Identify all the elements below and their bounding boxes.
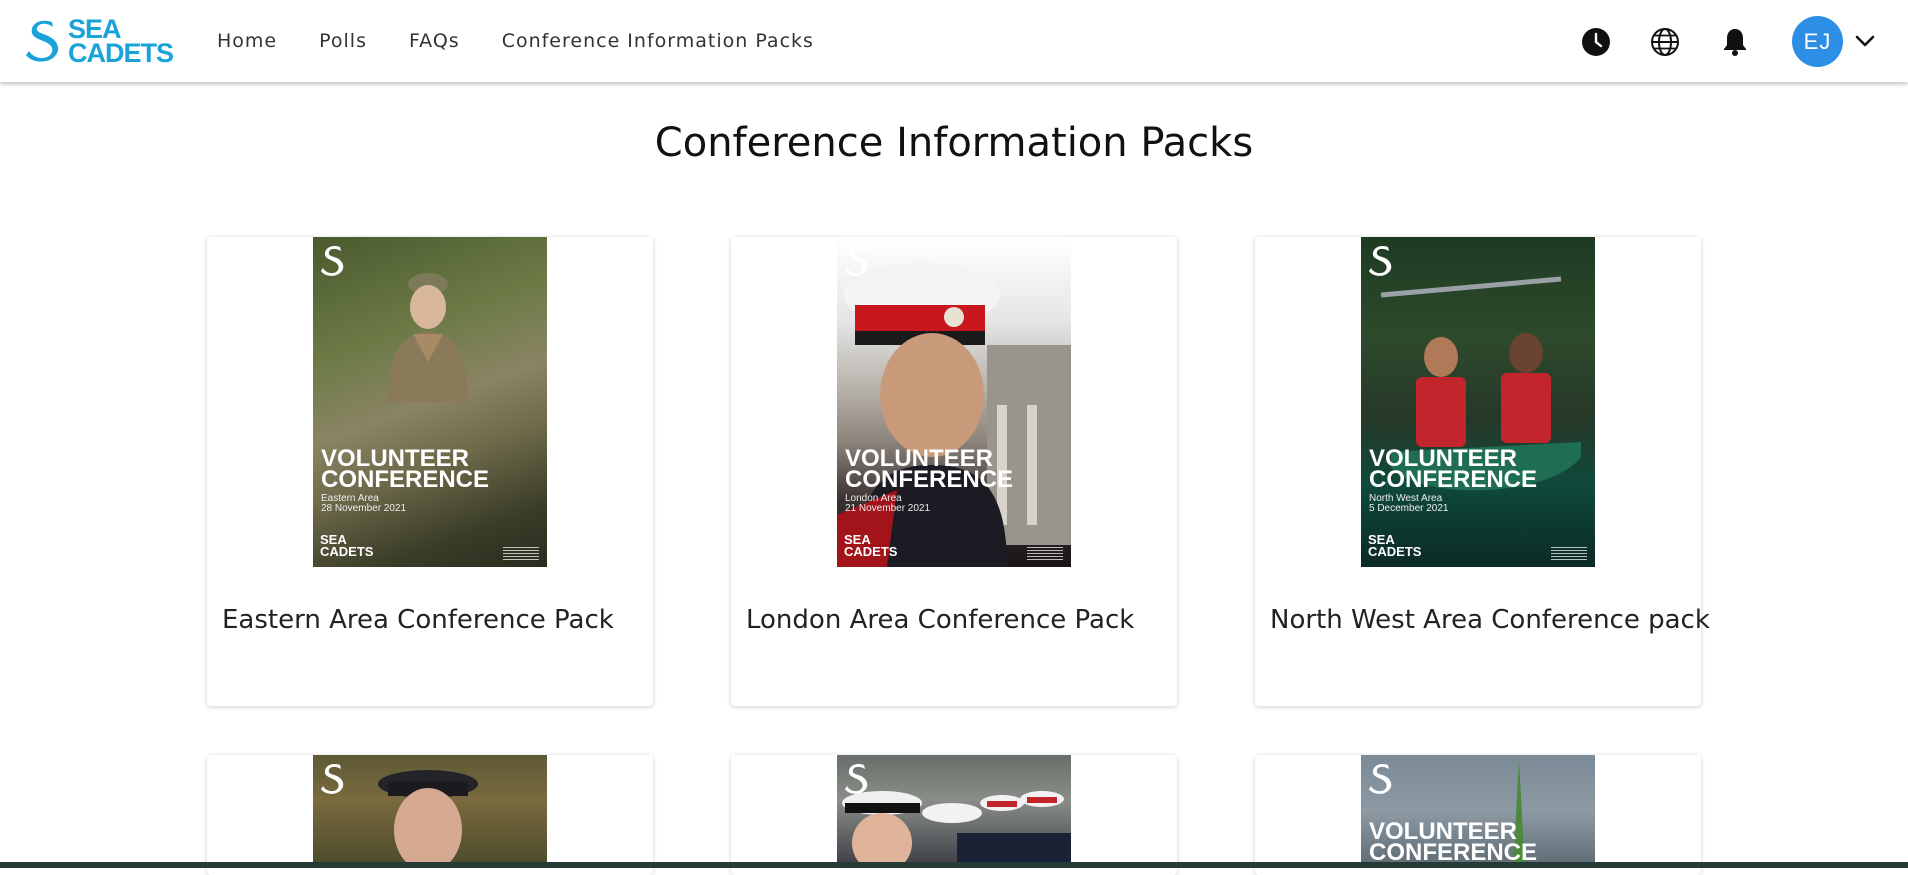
conference-pack-card[interactable]: VOLUNTEER CONFERENCE North West Area 5 D… bbox=[1255, 237, 1710, 706]
cover-date: 28 November 2021 bbox=[321, 503, 407, 514]
clock-icon bbox=[1582, 28, 1610, 56]
conference-pack-cover[interactable]: VOLUNTEER CONFERENCE London Area 21 Nove… bbox=[837, 237, 1071, 567]
globe-icon bbox=[1651, 28, 1679, 56]
sea-cadets-logo-icon bbox=[26, 20, 59, 62]
conference-pack-card[interactable] bbox=[731, 755, 1177, 875]
cover-fine-print bbox=[503, 547, 539, 561]
conference-pack-card[interactable]: VOLUNTEER CONFERENCE London Area 21 Nove… bbox=[731, 237, 1177, 706]
cover-heading-line2: CONFERENCE bbox=[321, 466, 490, 493]
cover-brand-line2: CADETS bbox=[844, 544, 898, 559]
cover-brand: SEA CADETS bbox=[1368, 533, 1422, 559]
card-title[interactable]: London Area Conference Pack bbox=[746, 605, 1134, 635]
chevron-down-icon[interactable] bbox=[1853, 30, 1877, 52]
conference-pack-card[interactable]: VOLUNTEER CONFERENCE bbox=[1255, 755, 1701, 875]
cadet-portrait-illustration bbox=[378, 770, 478, 868]
main-nav: Home Polls FAQs Conference Information P… bbox=[217, 0, 856, 82]
logo-line-cadets: CADETS bbox=[68, 38, 174, 68]
cover-brand-line2: CADETS bbox=[320, 544, 374, 559]
cadet-figure-illustration bbox=[388, 273, 468, 402]
conference-pack-cover[interactable]: VOLUNTEER CONFERENCE Eastern Area 28 Nov… bbox=[313, 237, 547, 567]
cover-heading: VOLUNTEER CONFERENCE bbox=[845, 447, 1014, 493]
cover-heading-line2: CONFERENCE bbox=[1369, 466, 1538, 493]
conference-pack-cover[interactable] bbox=[837, 755, 1071, 868]
cover-heading: VOLUNTEER CONFERENCE bbox=[321, 447, 490, 493]
cover-subtitle: Eastern Area 28 November 2021 bbox=[321, 494, 406, 514]
history-button[interactable] bbox=[1580, 26, 1612, 58]
cover-date: 21 November 2021 bbox=[845, 503, 931, 514]
cover-date: 5 December 2021 bbox=[1369, 503, 1449, 514]
logo-wordmark: SEA CADETS bbox=[68, 16, 174, 68]
top-navbar: SEA CADETS Home Polls FAQs Conference In… bbox=[0, 0, 1908, 82]
conference-pack-cover[interactable]: VOLUNTEER CONFERENCE North West Area 5 D… bbox=[1361, 237, 1595, 567]
cadets-parade-illustration bbox=[842, 791, 1071, 868]
page-title: Conference Information Packs bbox=[654, 120, 1254, 166]
cover-brand: SEA CADETS bbox=[320, 533, 374, 559]
language-button[interactable] bbox=[1649, 26, 1681, 58]
cover-subtitle: London Area 21 November 2021 bbox=[845, 494, 930, 514]
conference-pack-card[interactable]: VOLUNTEER CONFERENCE Eastern Area 28 Nov… bbox=[207, 237, 653, 706]
cadet-portrait-illustration bbox=[837, 263, 1071, 567]
card-title[interactable]: North West Area Conference pack bbox=[1270, 605, 1710, 635]
bell-icon bbox=[1724, 29, 1746, 56]
conference-pack-cover[interactable] bbox=[313, 755, 547, 868]
user-avatar[interactable]: EJ bbox=[1792, 16, 1843, 67]
sea-cadets-s-icon bbox=[1369, 763, 1392, 794]
nav-faqs[interactable]: FAQs bbox=[409, 30, 460, 52]
cover-subtitle: North West Area 5 December 2021 bbox=[1369, 494, 1449, 514]
cover-brand: SEA CADETS bbox=[844, 533, 898, 559]
sea-cadets-s-icon bbox=[845, 763, 868, 794]
cover-heading: VOLUNTEER CONFERENCE bbox=[1369, 447, 1538, 493]
sea-cadets-s-icon bbox=[321, 763, 344, 794]
nav-home[interactable]: Home bbox=[217, 30, 277, 52]
sea-cadets-s-icon bbox=[321, 245, 344, 276]
cover-heading: VOLUNTEER CONFERENCE bbox=[1369, 820, 1538, 866]
bottom-edge-bar bbox=[0, 862, 1908, 868]
sea-cadets-logo[interactable]: SEA CADETS bbox=[24, 16, 176, 68]
notifications-button[interactable] bbox=[1719, 26, 1751, 58]
sea-cadets-s-icon bbox=[845, 245, 868, 276]
conference-pack-card[interactable] bbox=[207, 755, 653, 875]
cover-heading-line2: CONFERENCE bbox=[845, 466, 1014, 493]
cover-fine-print bbox=[1027, 547, 1063, 561]
sea-cadets-s-icon bbox=[1369, 245, 1392, 276]
conference-pack-cover[interactable]: VOLUNTEER CONFERENCE bbox=[1361, 755, 1595, 868]
cover-heading-line2: CONFERENCE bbox=[1369, 839, 1538, 866]
nav-polls[interactable]: Polls bbox=[319, 30, 367, 52]
nav-conference-information-packs[interactable]: Conference Information Packs bbox=[502, 30, 814, 52]
cover-fine-print bbox=[1551, 547, 1587, 561]
cover-brand-line2: CADETS bbox=[1368, 544, 1422, 559]
card-title[interactable]: Eastern Area Conference Pack bbox=[222, 605, 614, 635]
